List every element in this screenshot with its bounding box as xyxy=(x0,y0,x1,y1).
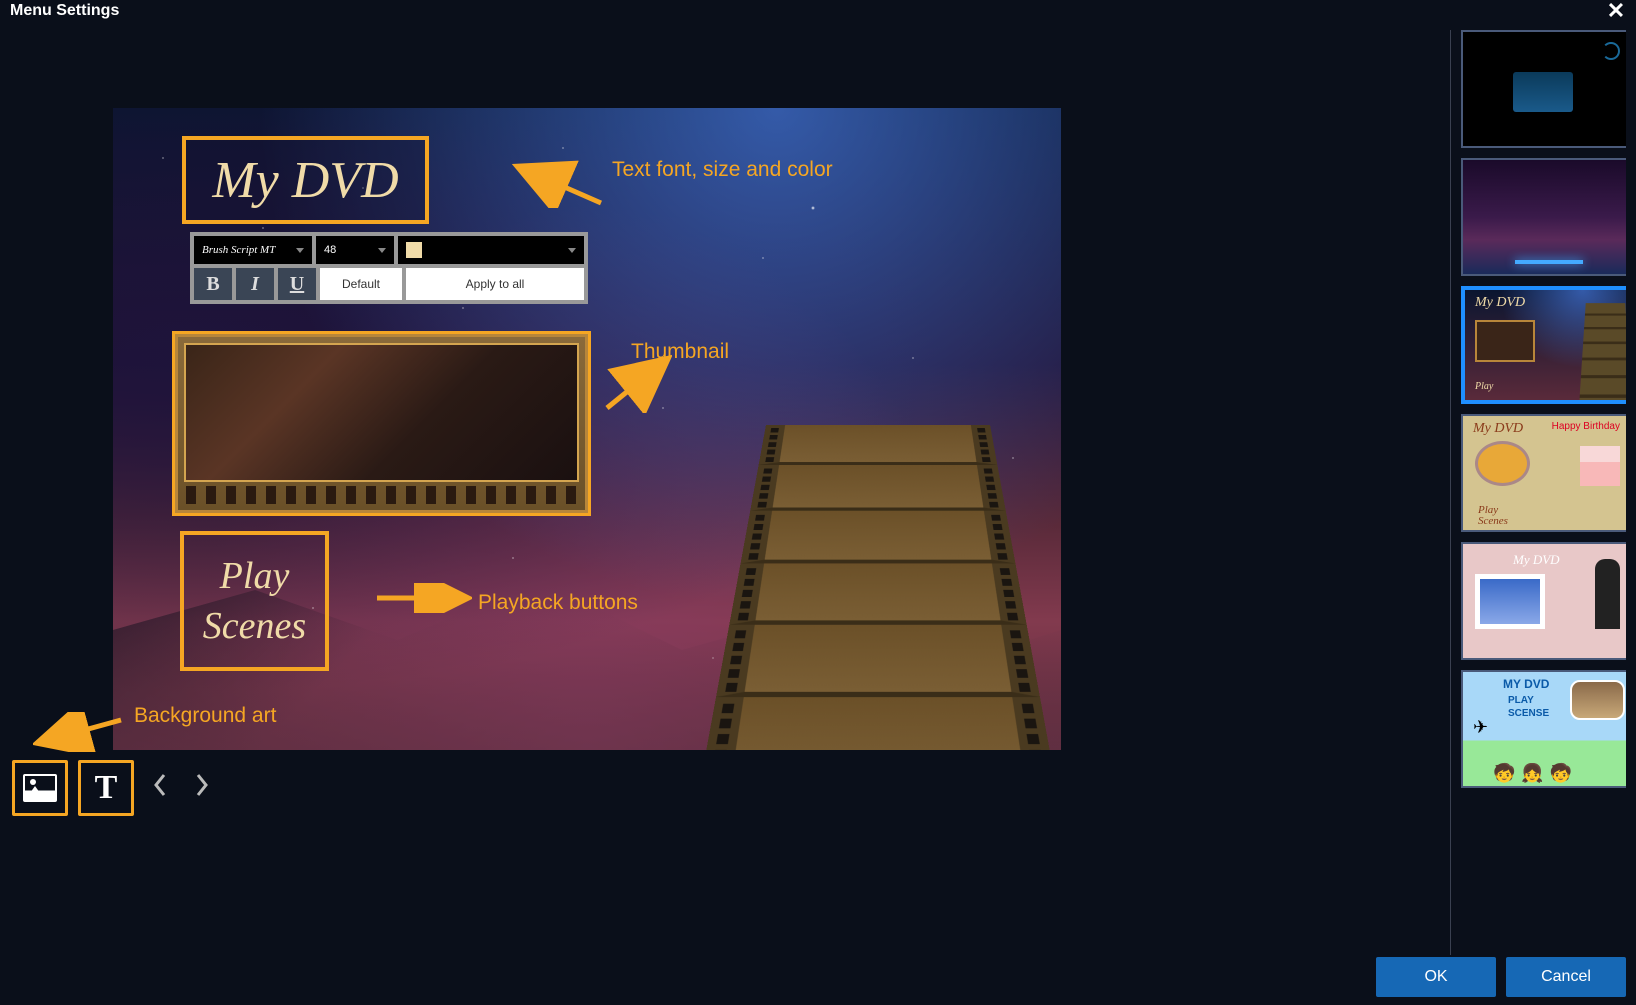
template-label: Scenes xyxy=(1478,515,1508,527)
dvd-title-text: My DVD xyxy=(212,151,398,210)
image-icon xyxy=(23,774,57,802)
font-size-dropdown[interactable]: 48 xyxy=(316,236,394,264)
color-swatch xyxy=(406,242,422,258)
scenes-label: Scenes xyxy=(203,604,306,648)
prev-page-button[interactable] xyxy=(144,764,176,812)
text-icon: T xyxy=(95,769,118,807)
ok-button[interactable]: OK xyxy=(1376,957,1496,997)
arrow-icon xyxy=(597,353,672,413)
preview-canvas: My DVD Brush Script MT 48 B I U Default … xyxy=(113,108,1061,750)
font-family-value: Brush Script MT xyxy=(202,244,275,256)
template-label: PLAY xyxy=(1508,695,1534,706)
apply-all-button[interactable]: Apply to all xyxy=(406,268,584,300)
bottom-toolbar: T xyxy=(12,760,218,816)
text-format-toolbar: Brush Script MT 48 B I U Default Apply t… xyxy=(190,232,588,304)
cancel-button[interactable]: Cancel xyxy=(1506,957,1626,997)
caret-icon xyxy=(296,248,304,253)
close-button[interactable]: ✕ xyxy=(1606,0,1626,24)
template-option-3[interactable]: My DVD Play xyxy=(1461,286,1626,404)
play-scenes-box[interactable]: Play Scenes xyxy=(180,531,329,671)
template-option-6[interactable]: MY DVD PLAYSCENSE ✈ 🧒👧🧒 xyxy=(1461,670,1626,788)
arrow-icon xyxy=(372,583,472,613)
caret-icon xyxy=(568,248,576,253)
thumbnail-image xyxy=(184,343,579,482)
font-family-dropdown[interactable]: Brush Script MT xyxy=(194,236,312,264)
add-text-button[interactable]: T xyxy=(78,760,134,816)
dialog-button-bar: OK Cancel xyxy=(1376,957,1626,997)
next-page-button[interactable] xyxy=(186,764,218,812)
caret-icon xyxy=(378,248,386,253)
template-title: My DVD xyxy=(1473,421,1523,437)
template-title: My DVD xyxy=(1513,552,1560,568)
template-sidebar[interactable]: My DVD Play My DVD Happy Birthday PlaySc… xyxy=(1450,30,1626,955)
bold-button[interactable]: B xyxy=(194,268,232,300)
default-button[interactable]: Default xyxy=(320,268,402,300)
underline-button[interactable]: U xyxy=(278,268,316,300)
dialog-title: Menu Settings xyxy=(10,2,119,20)
template-option-2[interactable] xyxy=(1461,158,1626,276)
template-label: Happy Birthday xyxy=(1552,421,1620,432)
template-label: Play xyxy=(1475,381,1493,392)
template-title: MY DVD xyxy=(1503,677,1549,691)
template-label: SCENSE xyxy=(1508,708,1549,719)
template-option-1[interactable] xyxy=(1461,30,1626,148)
template-option-5[interactable]: My DVD xyxy=(1461,542,1626,660)
background-image-button[interactable] xyxy=(12,760,68,816)
dvd-title-box[interactable]: My DVD xyxy=(182,136,429,224)
play-label: Play xyxy=(220,554,290,598)
annotation-text-style: Text font, size and color xyxy=(612,158,833,182)
template-title: My DVD xyxy=(1475,295,1525,311)
italic-button[interactable]: I xyxy=(236,268,274,300)
template-option-4[interactable]: My DVD Happy Birthday PlayScenes xyxy=(1461,414,1626,532)
font-size-value: 48 xyxy=(324,244,336,256)
annotation-background: Background art xyxy=(134,704,276,728)
video-thumbnail-box[interactable] xyxy=(172,331,591,516)
arrow-icon xyxy=(511,158,606,208)
arrow-icon xyxy=(33,712,128,752)
font-color-dropdown[interactable] xyxy=(398,236,584,264)
annotation-playback: Playback buttons xyxy=(478,591,638,615)
